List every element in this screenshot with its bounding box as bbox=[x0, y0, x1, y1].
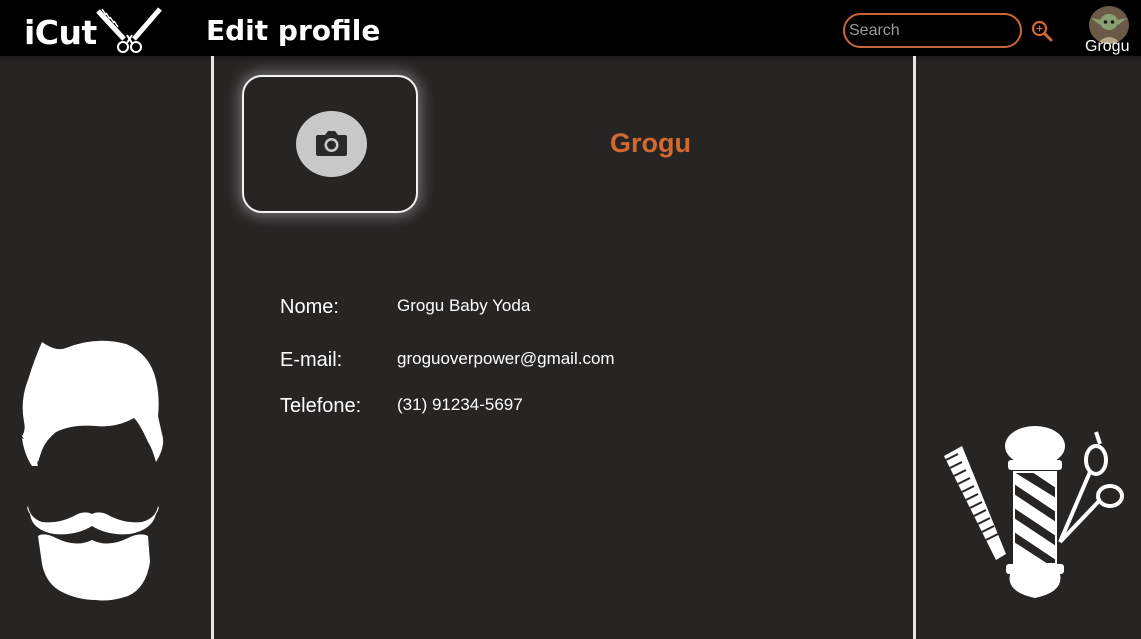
search-input[interactable] bbox=[847, 17, 1015, 44]
hair-beard-icon bbox=[22, 340, 164, 601]
barber-pole-icon bbox=[944, 426, 1124, 598]
field-value-nome[interactable]: Grogu Baby Yoda bbox=[397, 296, 530, 316]
field-value-telefone[interactable]: (31) 91234-5697 bbox=[397, 395, 523, 415]
barber-pole bbox=[1005, 426, 1065, 598]
left-divider bbox=[211, 56, 214, 639]
header-shadow bbox=[0, 56, 1141, 62]
comb-icon bbox=[944, 446, 1006, 560]
user-name[interactable]: Grogu bbox=[1085, 38, 1129, 56]
logo-text[interactable]: iCut bbox=[24, 11, 97, 55]
scissors-icon bbox=[1058, 431, 1124, 544]
field-label-email: E-mail: bbox=[280, 349, 343, 371]
camera-button[interactable] bbox=[296, 111, 367, 177]
field-label-nome: Nome: bbox=[280, 296, 339, 318]
camera-icon bbox=[316, 131, 347, 156]
scissors-comb-icon bbox=[96, 7, 162, 53]
photo-upload-box[interactable] bbox=[242, 75, 418, 213]
profile-display-name: Grogu bbox=[610, 128, 691, 158]
search-box bbox=[843, 13, 1022, 48]
right-divider bbox=[913, 56, 916, 639]
search-icon[interactable] bbox=[1030, 19, 1054, 43]
top-navbar: iCut Edit profile Grogu bbox=[0, 0, 1141, 56]
field-value-email[interactable]: groguoverpower@gmail.com bbox=[397, 349, 615, 369]
page-title: Edit profile bbox=[206, 14, 381, 47]
field-label-telefone: Telefone: bbox=[280, 395, 362, 417]
